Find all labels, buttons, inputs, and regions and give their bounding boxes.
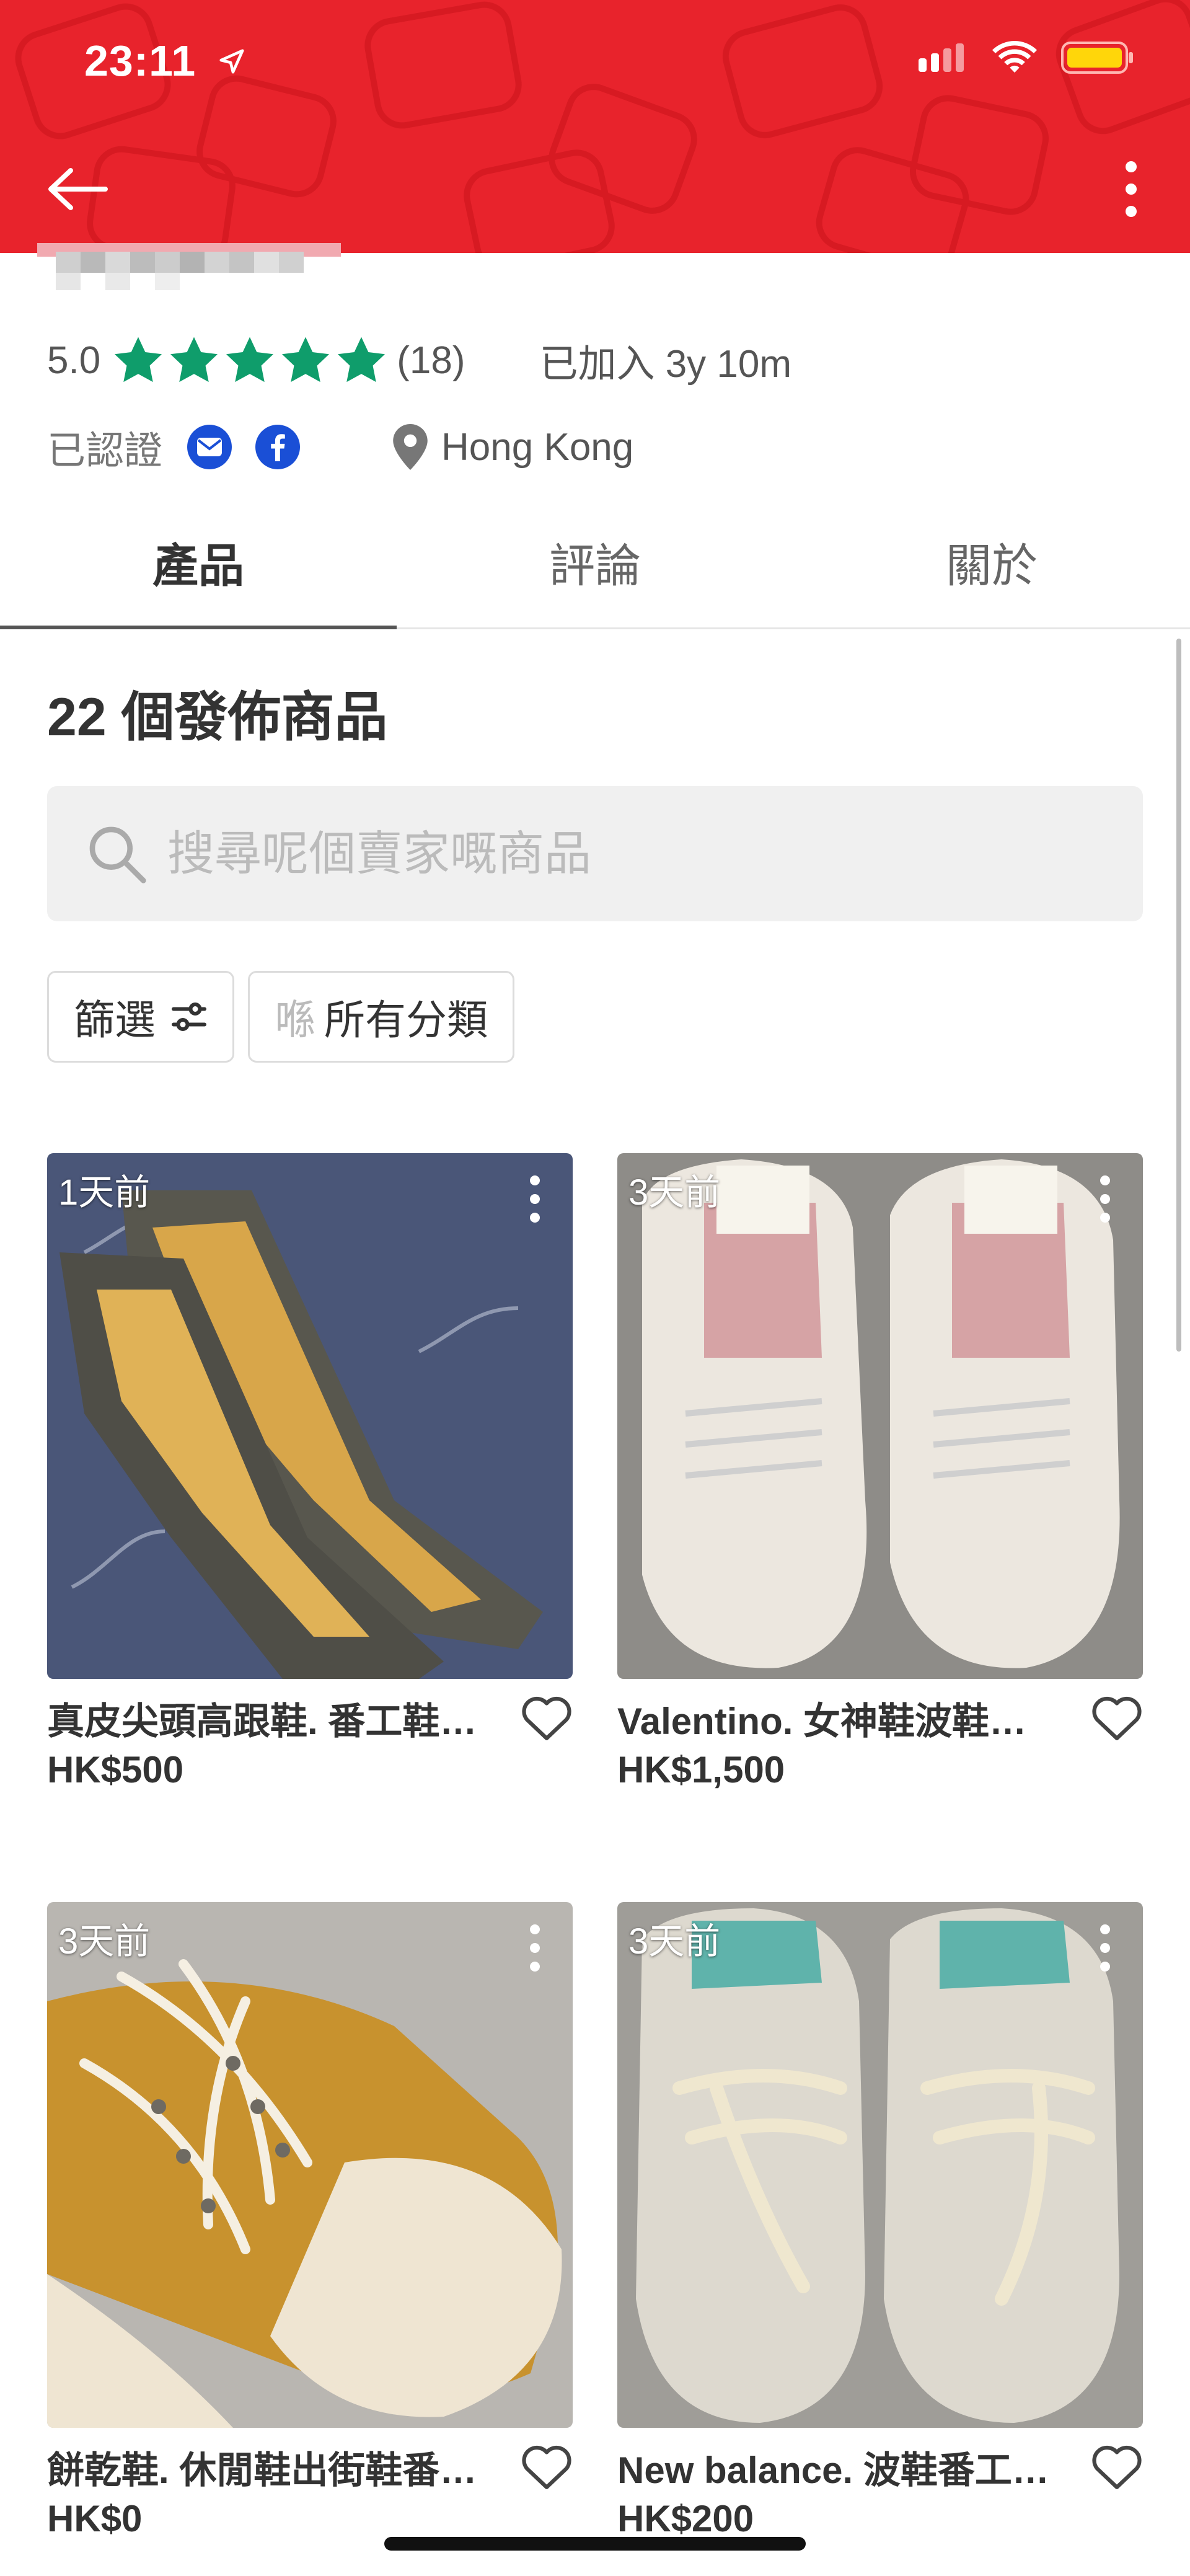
filter-button[interactable]: 篩選	[47, 971, 234, 1063]
product-title[interactable]: New balance. 波鞋番工…	[617, 2440, 1049, 2494]
seller-name-redacted	[37, 243, 341, 290]
kebab-icon[interactable]	[1098, 1923, 1112, 1973]
listing-age: 1天前	[58, 1172, 151, 1213]
rating-score: 5.0	[47, 339, 101, 382]
home-indicator[interactable]	[384, 2537, 806, 2551]
tab-about[interactable]: 關於	[793, 496, 1190, 627]
product-price: HK$1,500	[617, 1749, 785, 1790]
listing-age: 3天前	[58, 1921, 151, 1962]
product-card[interactable]: 1天前 真皮尖頭高跟鞋. 番工鞋… HK$500	[47, 1153, 573, 1791]
more-vertical-icon	[1126, 161, 1137, 217]
tab-reviews[interactable]: 評論	[397, 496, 793, 627]
status-time-text: 23:11	[84, 37, 196, 85]
heart-icon[interactable]	[1091, 1694, 1143, 1742]
listing-age: 3天前	[628, 1921, 721, 1962]
mail-icon	[197, 438, 223, 456]
heart-icon[interactable]	[521, 2443, 573, 2490]
status-time: 23:11	[84, 36, 246, 86]
product-photo[interactable]: 3天前	[617, 1902, 1143, 2428]
product-card[interactable]: 3天前 New balance. 波鞋番工… HK$200	[617, 1902, 1143, 2540]
seller-location: Hong Kong	[393, 424, 633, 470]
star-icon	[115, 337, 162, 383]
tab-products[interactable]: 產品	[0, 496, 397, 629]
more-options-button[interactable]	[1097, 155, 1165, 223]
product-title[interactable]: Valentino. 女神鞋波鞋番…	[617, 1691, 1064, 1745]
product-price: HK$200	[617, 2498, 754, 2539]
back-arrow-icon	[48, 168, 108, 210]
product-photo[interactable]: 3天前	[617, 1153, 1143, 1679]
heart-icon[interactable]	[521, 1694, 573, 1742]
filter-sliders-icon	[172, 1003, 206, 1031]
product-card[interactable]: 3天前 餅乾鞋. 休閒鞋出街鞋番… HK$0	[47, 1902, 573, 2540]
filter-chips: 篩選 喺 所有分類	[47, 971, 514, 1063]
product-photo[interactable]: 1天前	[47, 1153, 573, 1679]
header-bar: 23:11	[0, 0, 1190, 253]
verified-label: 已認證	[47, 430, 163, 472]
battery-icon	[1061, 42, 1133, 74]
scrollbar[interactable]	[1176, 639, 1181, 1352]
kebab-icon[interactable]	[528, 1174, 542, 1224]
product-title[interactable]: 餅乾鞋. 休閒鞋出街鞋番…	[47, 2440, 477, 2494]
back-button[interactable]	[37, 155, 118, 223]
facebook-icon	[271, 434, 285, 461]
star-icon	[226, 337, 274, 383]
joined-duration: 已加入 3y 10m	[539, 343, 792, 386]
profile-tabs: 產品 評論 關於	[0, 496, 1190, 629]
product-title-row: 餅乾鞋. 休閒鞋出街鞋番…	[47, 2439, 573, 2495]
product-title[interactable]: 真皮尖頭高跟鞋. 番工鞋…	[47, 1691, 477, 1745]
signal-icon	[919, 43, 964, 72]
filter-label: 篩選	[74, 997, 156, 1043]
listing-count-heading: 22 個發佈商品	[47, 688, 388, 747]
search-bar[interactable]	[47, 786, 1143, 921]
kebab-icon[interactable]	[528, 1923, 542, 1973]
category-prefix: 喺	[275, 997, 315, 1043]
verification-row: 已認證 Hong Kong	[47, 419, 633, 475]
email-verified-badge	[187, 425, 232, 469]
rating-stars	[114, 337, 386, 384]
location-pin-icon	[393, 424, 428, 470]
kebab-icon[interactable]	[1098, 1174, 1112, 1224]
star-icon	[282, 337, 330, 383]
product-title-row: 真皮尖頭高跟鞋. 番工鞋…	[47, 1690, 573, 1746]
category-button[interactable]: 喺 所有分類	[248, 971, 514, 1063]
rating-row: 5.0 (18) 已加入 3y 10m	[47, 332, 791, 388]
listing-age: 3天前	[628, 1172, 721, 1213]
status-icons	[919, 40, 1134, 76]
product-title-row: Valentino. 女神鞋波鞋番…	[617, 1690, 1143, 1746]
heart-icon[interactable]	[1091, 2443, 1143, 2490]
star-icon	[338, 337, 386, 383]
product-card[interactable]: 3天前 Valentino. 女神鞋波鞋番… HK$1,500	[617, 1153, 1143, 1791]
location-arrow-icon	[218, 36, 246, 86]
category-label: 所有分類	[324, 997, 488, 1043]
star-icon	[170, 337, 218, 383]
wifi-icon	[992, 41, 1038, 73]
search-icon	[89, 826, 146, 883]
review-count[interactable]: (18)	[397, 339, 465, 383]
product-photo[interactable]: 3天前	[47, 1902, 573, 2428]
facebook-verified-badge	[255, 425, 301, 469]
location-text: Hong Kong	[441, 425, 634, 469]
product-title-row: New balance. 波鞋番工…	[617, 2439, 1143, 2495]
product-price: HK$0	[47, 2498, 143, 2539]
product-price: HK$500	[47, 1749, 184, 1790]
search-input[interactable]	[166, 826, 1098, 882]
